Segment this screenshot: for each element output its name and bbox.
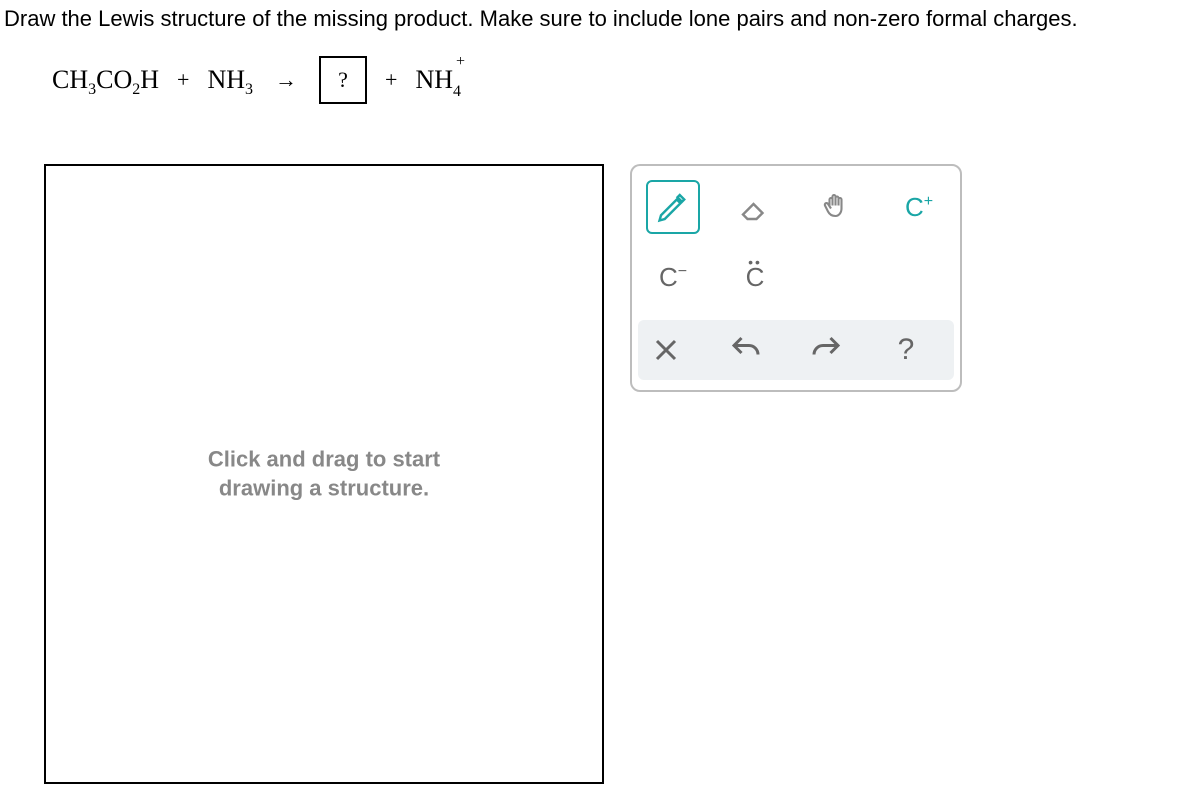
close-icon [648,332,684,368]
lone-pair-dots-icon: •• [748,254,762,270]
pencil-icon [655,189,691,225]
anion-tool[interactable]: C− [646,250,700,304]
missing-product-box: ? [319,56,367,104]
hint-line: Click and drag to start [208,445,440,474]
reaction-equation: CH3CO2H + NH3 → ? + NH+4 [52,56,453,104]
question-text: Draw the Lewis structure of the missing … [0,0,1200,32]
plus-sign: + [385,67,397,93]
eq-text: CO [96,65,132,94]
canvas-hint: Click and drag to start drawing a struct… [208,445,440,502]
eq-text: NH [207,65,245,94]
drawing-canvas[interactable]: Click and drag to start drawing a struct… [44,164,604,784]
eq-text: H [140,65,159,94]
pencil-tool[interactable] [646,180,700,234]
action-row: ? [638,320,954,380]
c-lone-label: •• C [746,262,765,293]
undo-button[interactable] [726,330,766,370]
eq-sub: 3 [88,81,96,98]
eq-sub: 2 [132,81,140,98]
eraser-icon [737,189,773,225]
help-icon: ? [898,333,915,367]
tool-row-2: C− •• C [646,250,946,304]
tool-row-1: C+ [646,180,946,234]
eq-text: NH [415,65,453,94]
plus-sign: + [177,67,189,93]
eq-sub: 3 [245,81,253,98]
eq-charge: + [456,53,465,71]
redo-icon [808,332,844,368]
c-minus-label: C− [659,262,687,293]
redo-button[interactable] [806,330,846,370]
eq-text: CH [52,65,88,94]
cation-tool[interactable]: C+ [892,180,946,234]
lone-pair-tool[interactable]: •• C [728,250,782,304]
reaction-arrow: → [271,67,301,93]
reactant1: CH3CO2H [52,65,159,95]
product2: NH+4 [415,65,453,95]
reactant2: NH3 [207,65,253,95]
clear-button[interactable] [646,330,686,370]
drawing-toolbar: C+ C− •• C ? [630,164,962,392]
eraser-tool[interactable] [728,180,782,234]
grab-tool[interactable] [810,180,864,234]
c-plus-label: C+ [905,192,933,223]
hint-line: drawing a structure. [208,474,440,503]
hand-icon [819,189,855,225]
eq-sub: 4 [453,83,461,101]
undo-icon [728,332,764,368]
help-button[interactable]: ? [886,330,926,370]
